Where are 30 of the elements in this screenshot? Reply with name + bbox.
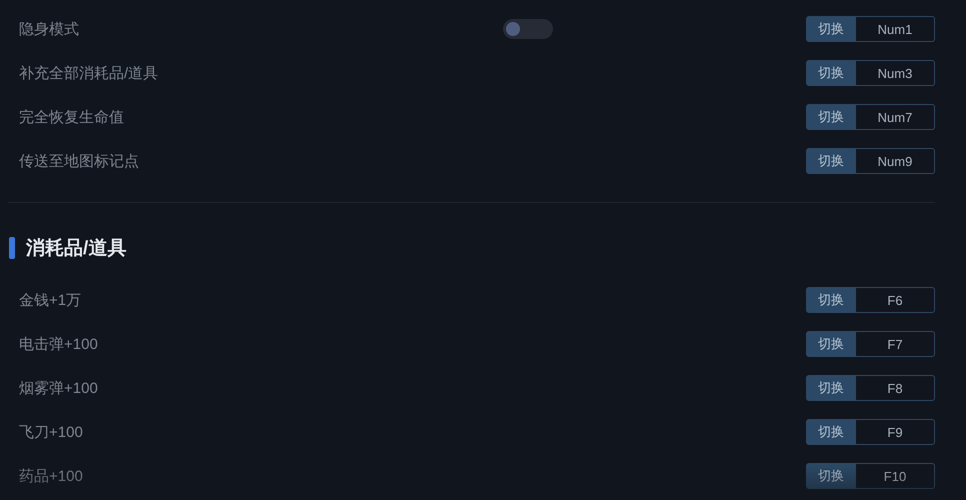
option-label: 药品+100: [19, 466, 84, 486]
toggle-button[interactable]: 切换: [806, 287, 856, 313]
hotkey-field[interactable]: Num3: [856, 60, 935, 86]
hotkey-field[interactable]: F8: [856, 375, 935, 401]
toggle-button[interactable]: 切换: [806, 331, 856, 357]
toggle-switch[interactable]: [503, 19, 553, 39]
option-label: 飞刀+100: [19, 422, 84, 442]
option-label: 电击弹+100: [19, 334, 99, 354]
option-label: 隐身模式: [19, 20, 80, 38]
toggle-button[interactable]: 切换: [806, 148, 856, 174]
hotkey-field[interactable]: Num1: [856, 16, 935, 42]
toggle-button[interactable]: 切换: [806, 16, 856, 42]
hotkey-field[interactable]: F9: [856, 419, 935, 445]
option-label: 完全恢复生命值: [19, 108, 125, 126]
hotkey-field[interactable]: Num9: [856, 148, 935, 174]
heading-accent: [9, 237, 15, 259]
toggle-button[interactable]: 切换: [806, 60, 856, 86]
option-label: 金钱+1万: [19, 290, 82, 310]
hotkey-field[interactable]: Num7: [856, 104, 935, 130]
toggle-button[interactable]: 切换: [806, 463, 856, 489]
option-label: 烟雾弹+100: [19, 378, 99, 398]
option-label: 传送至地图标记点: [19, 152, 140, 170]
hotkey-field[interactable]: F7: [856, 331, 935, 357]
section-title: 消耗品/道具: [26, 237, 126, 261]
hotkey-field[interactable]: F10: [856, 463, 935, 489]
option-label: 补充全部消耗品/道具: [19, 64, 160, 82]
toggle-button[interactable]: 切换: [806, 419, 856, 445]
toggle-button[interactable]: 切换: [806, 375, 856, 401]
hotkey-field[interactable]: F6: [856, 287, 935, 313]
toggle-button[interactable]: 切换: [806, 104, 856, 130]
